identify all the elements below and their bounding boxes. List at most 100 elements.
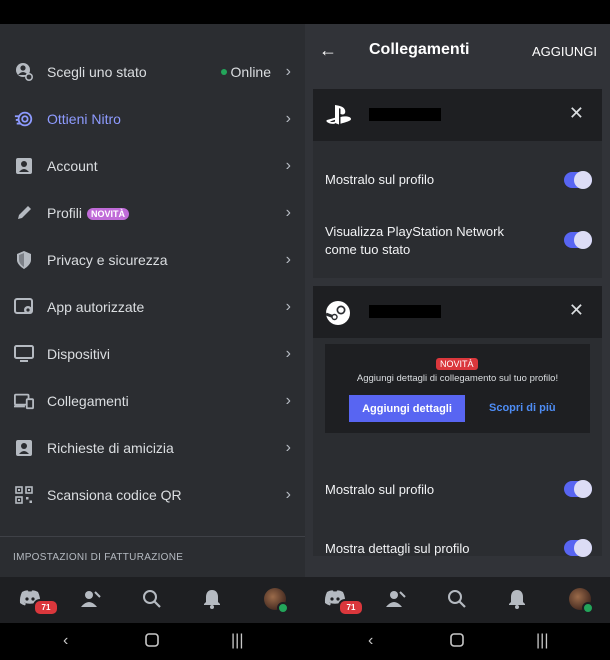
- chevron-right-icon: ›: [285, 62, 291, 80]
- online-dot: [221, 68, 227, 75]
- friends-icon[interactable]: [385, 589, 407, 611]
- mention-count-badge: 71: [338, 599, 364, 616]
- psn-status-toggle[interactable]: [564, 231, 592, 249]
- show-on-profile-toggle[interactable]: [564, 171, 592, 189]
- status-bar: [0, 0, 610, 24]
- monitor-icon: [14, 344, 34, 364]
- learn-more-link[interactable]: Scopri di più: [489, 402, 556, 414]
- menu-item-friend-requests[interactable]: Richieste di amicizia ›: [0, 424, 305, 471]
- menu-item-set-status[interactable]: Scegli uno stato Online ›: [0, 48, 305, 95]
- divider: [0, 536, 305, 537]
- system-home-icon[interactable]: [145, 633, 159, 652]
- chevron-right-icon: ›: [285, 438, 291, 456]
- steam-icon: [325, 300, 353, 325]
- menu-label: Collegamenti: [47, 392, 129, 409]
- show-on-profile-label: Mostralo sul profilo: [325, 172, 435, 187]
- psn-status-label: Visualizza PlayStation Network come tuo …: [325, 224, 504, 257]
- toggle-knob: [574, 539, 592, 557]
- menu-label: App autorizzate: [47, 298, 145, 315]
- bottom-nav-left: 71: [0, 577, 305, 623]
- app-icon: [14, 297, 34, 317]
- friends-icon[interactable]: [80, 589, 102, 611]
- online-status-dot: [582, 602, 594, 614]
- show-details-toggle[interactable]: [564, 539, 592, 557]
- menu-item-connections[interactable]: Collegamenti ›: [0, 377, 305, 424]
- show-on-profile-toggle[interactable]: [564, 480, 592, 498]
- system-back-icon[interactable]: ‹: [368, 632, 373, 650]
- chevron-right-icon: ›: [285, 156, 291, 174]
- redacted-username: [369, 108, 441, 121]
- show-details-label: Mostra dettagli sul profilo: [325, 541, 470, 556]
- menu-item-devices[interactable]: Dispositivi ›: [0, 330, 305, 377]
- mention-count-badge: 71: [33, 599, 59, 616]
- pencil-icon: [14, 203, 34, 223]
- settings-menu: Scegli uno stato Online › Ottieni Nitro …: [0, 24, 305, 577]
- nitro-icon: [14, 109, 34, 129]
- show-on-profile-label: Mostralo sul profilo: [325, 482, 435, 497]
- menu-item-nitro[interactable]: Ottieni Nitro ›: [0, 95, 305, 142]
- chevron-right-icon: ›: [285, 344, 291, 362]
- menu-item-profiles[interactable]: Profili NOVITÀ ›: [0, 189, 305, 236]
- menu-item-authorized-apps[interactable]: App autorizzate ›: [0, 283, 305, 330]
- playstation-icon: [325, 103, 353, 127]
- add-details-button[interactable]: Aggiungi dettagli: [349, 395, 465, 422]
- menu-item-account[interactable]: Account ›: [0, 142, 305, 189]
- menu-label: Account: [47, 157, 98, 174]
- toggle-knob: [574, 171, 592, 189]
- bell-icon[interactable]: [203, 589, 225, 611]
- chevron-right-icon: ›: [285, 485, 291, 503]
- page-title: Collegamenti: [369, 41, 470, 58]
- system-home-icon[interactable]: [450, 633, 464, 652]
- add-connection-button[interactable]: AGGIUNGI: [532, 44, 597, 59]
- system-nav-bar: ‹ ||| ‹ |||: [0, 623, 610, 660]
- search-icon[interactable]: [447, 589, 469, 611]
- system-recents-icon[interactable]: |||: [536, 632, 548, 650]
- menu-item-scan-qr[interactable]: Scansiona codice QR ›: [0, 471, 305, 518]
- menu-label: Profili NOVITÀ: [47, 204, 130, 221]
- billing-section-header: IMPOSTAZIONI DI FATTURAZIONE: [13, 552, 184, 563]
- system-back-icon[interactable]: ‹: [63, 632, 68, 650]
- menu-label: Richieste di amicizia: [47, 439, 174, 456]
- playstation-connection-card: ✕ Mostralo sul profilo Visualizza PlaySt…: [313, 89, 602, 278]
- redacted-username: [369, 305, 441, 318]
- connections-panel: ← Collegamenti AGGIUNGI ✕ Mostralo sul p…: [305, 24, 610, 577]
- status-icon: [14, 62, 34, 82]
- account-icon: [14, 156, 34, 176]
- search-icon[interactable]: [142, 589, 164, 611]
- chevron-right-icon: ›: [285, 109, 291, 127]
- back-arrow-icon[interactable]: ←: [319, 40, 337, 61]
- menu-label: Scegli uno stato: [47, 63, 147, 80]
- new-badge: NOVITÀ: [87, 207, 130, 220]
- friend-request-icon: [14, 438, 34, 458]
- toggle-knob: [574, 480, 592, 498]
- close-icon[interactable]: ✕: [569, 300, 584, 321]
- card-header: ✕: [313, 89, 602, 141]
- chevron-right-icon: ›: [285, 250, 291, 268]
- status-value: Online: [230, 63, 271, 80]
- chevron-right-icon: ›: [285, 391, 291, 409]
- menu-label: Scansiona codice QR: [47, 486, 182, 503]
- steam-connection-card: ✕ NOVITÀ Aggiungi dettagli di collegamen…: [313, 286, 602, 557]
- system-recents-icon[interactable]: |||: [231, 632, 243, 650]
- shield-icon: [14, 250, 34, 270]
- connections-header: ← Collegamenti AGGIUNGI: [305, 24, 610, 76]
- close-icon[interactable]: ✕: [569, 103, 584, 124]
- online-status-dot: [277, 602, 289, 614]
- menu-label: Privacy e sicurezza: [47, 251, 168, 268]
- bottom-nav-right: 71: [305, 577, 610, 623]
- profiles-label: Profili: [47, 204, 83, 221]
- toggle-knob: [574, 231, 592, 249]
- promo-text: Aggiungi dettagli di collegamento sul tu…: [356, 373, 559, 384]
- card-header: ✕: [313, 286, 602, 338]
- chevron-right-icon: ›: [285, 203, 291, 221]
- connection-details-promo: NOVITÀ Aggiungi dettagli di collegamento…: [325, 344, 590, 433]
- bell-icon[interactable]: [508, 589, 530, 611]
- chevron-right-icon: ›: [285, 297, 291, 315]
- devices-icon: [14, 391, 34, 411]
- menu-label: Dispositivi: [47, 345, 111, 362]
- menu-label: Ottieni Nitro: [47, 110, 121, 127]
- bottom-nav: 71 71: [0, 577, 610, 623]
- qr-code-icon: [14, 485, 34, 505]
- menu-item-privacy[interactable]: Privacy e sicurezza ›: [0, 236, 305, 283]
- new-badge: NOVITÀ: [436, 358, 478, 370]
